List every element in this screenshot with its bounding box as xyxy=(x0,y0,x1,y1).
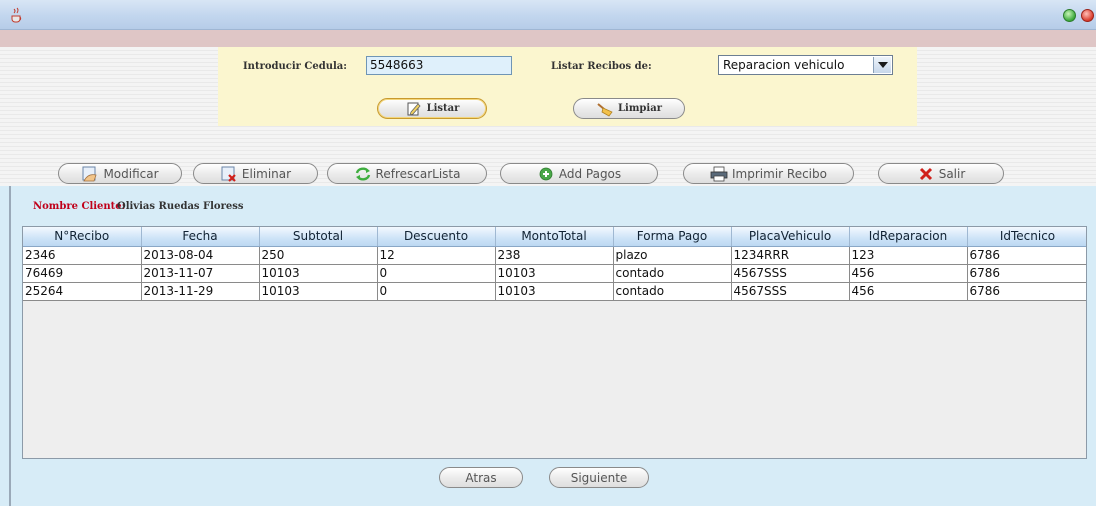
table-cell[interactable]: 76469 xyxy=(23,264,142,283)
close-button[interactable] xyxy=(1081,9,1094,22)
table-body: 2346 2013-08-04 250 12 238 plazo 1234RRR 123 678… xyxy=(23,246,1086,301)
column-header[interactable]: IdTecnico xyxy=(967,227,1086,247)
eliminar-button[interactable]: Eliminar xyxy=(193,163,318,184)
printer-icon xyxy=(710,166,728,181)
modificar-button[interactable]: Modificar xyxy=(58,163,182,184)
table-cell[interactable]: 456 xyxy=(849,282,968,301)
table-row[interactable]: 25264 2013-11-29 10103 0 10103 contado 4567SSS… xyxy=(23,282,1086,301)
tipo-recibo-value: Reparacion vehiculo xyxy=(723,58,845,72)
atras-label: Atras xyxy=(465,470,497,485)
table-cell[interactable]: contado xyxy=(613,282,732,301)
table-cell[interactable]: 4567SSS xyxy=(731,264,850,283)
table-cell[interactable]: 6786 xyxy=(967,246,1086,265)
menu-strip xyxy=(0,30,1096,47)
salir-label: Salir xyxy=(938,166,966,181)
table-cell[interactable]: 6786 xyxy=(967,282,1086,301)
column-header[interactable]: Forma Pago xyxy=(613,227,732,247)
table-cell[interactable]: 12 xyxy=(377,246,496,265)
column-header[interactable]: PlacaVehiculo xyxy=(731,227,850,247)
table-cell[interactable]: 10103 xyxy=(259,282,378,301)
table-cell[interactable]: 2013-11-07 xyxy=(141,264,260,283)
cliente-label: Nombre Cliente: xyxy=(33,201,126,212)
atras-button[interactable]: Atras xyxy=(439,467,523,488)
table-cell[interactable]: 1234RRR xyxy=(731,246,850,265)
table-cell[interactable]: 0 xyxy=(377,282,496,301)
column-header[interactable]: IdReparacion xyxy=(849,227,968,247)
salir-button[interactable]: Salir xyxy=(878,163,1004,184)
java-coffee-icon xyxy=(11,7,22,23)
delete-document-icon xyxy=(221,166,236,182)
edit-document-icon xyxy=(407,102,421,116)
close-icon xyxy=(919,167,932,180)
cedula-input[interactable]: 5548663 xyxy=(366,56,512,75)
siguiente-label: Siguiente xyxy=(570,470,628,485)
add-pagos-button[interactable]: Add Pagos xyxy=(500,163,658,184)
chevron-down-icon[interactable] xyxy=(873,57,891,73)
table-cell[interactable]: 123 xyxy=(849,246,968,265)
tipo-recibo-select[interactable]: Reparacion vehiculo xyxy=(718,55,893,75)
imprimir-recibo-button[interactable]: Imprimir Recibo xyxy=(683,163,854,184)
table-cell[interactable]: plazo xyxy=(613,246,732,265)
edit-hand-icon xyxy=(82,166,97,181)
column-header[interactable]: Subtotal xyxy=(259,227,378,247)
cedula-label: Introducir Cedula: xyxy=(243,61,347,72)
limpiar-label: Limpiar xyxy=(618,103,662,114)
column-header[interactable]: MontoTotal xyxy=(495,227,614,247)
search-panel: Introducir Cedula: 5548663 Listar Recibo… xyxy=(218,47,917,126)
broom-icon xyxy=(597,102,613,117)
table-cell[interactable]: 2013-08-04 xyxy=(141,246,260,265)
maximize-button[interactable] xyxy=(1063,9,1076,22)
table-cell[interactable]: 2013-11-29 xyxy=(141,282,260,301)
refrescar-label: RefrescarLista xyxy=(375,166,461,181)
table-header-row: N°Recibo Fecha Subtotal Descuento MontoTotal… xyxy=(23,227,1086,247)
listar-button[interactable]: Listar xyxy=(377,98,487,119)
eliminar-label: Eliminar xyxy=(241,166,292,181)
limpiar-button[interactable]: Limpiar xyxy=(573,98,685,119)
table-cell[interactable]: 10103 xyxy=(495,264,614,283)
table-cell[interactable]: 0 xyxy=(377,264,496,283)
window-titlebar xyxy=(0,0,1096,30)
add-circle-icon xyxy=(539,167,553,180)
listar-recibos-label: Listar Recibos de: xyxy=(551,61,652,72)
table-cell[interactable]: 4567SSS xyxy=(731,282,850,301)
table-cell[interactable]: 10103 xyxy=(495,282,614,301)
panel-left-edge xyxy=(9,186,11,506)
table-cell[interactable]: contado xyxy=(613,264,732,283)
modificar-label: Modificar xyxy=(103,166,159,181)
table-cell[interactable]: 6786 xyxy=(967,264,1086,283)
table-cell[interactable]: 10103 xyxy=(259,264,378,283)
refresh-icon xyxy=(355,167,370,180)
table-cell[interactable]: 250 xyxy=(259,246,378,265)
table-cell[interactable]: 456 xyxy=(849,264,968,283)
imprimir-label: Imprimir Recibo xyxy=(732,166,827,181)
column-header[interactable]: Descuento xyxy=(377,227,496,247)
cliente-name: Olivias Ruedas Floress xyxy=(117,201,244,212)
siguiente-button[interactable]: Siguiente xyxy=(549,467,649,488)
table-row[interactable]: 76469 2013-11-07 10103 0 10103 contado 4567SSS… xyxy=(23,264,1086,283)
column-header[interactable]: Fecha xyxy=(141,227,260,247)
table-cell[interactable]: 2346 xyxy=(23,246,142,265)
listar-label: Listar xyxy=(426,103,460,114)
recibos-table[interactable]: N°Recibo Fecha Subtotal Descuento MontoTotal… xyxy=(22,226,1087,459)
table-cell[interactable]: 238 xyxy=(495,246,614,265)
table-cell[interactable]: 25264 xyxy=(23,282,142,301)
add-pagos-label: Add Pagos xyxy=(558,166,622,181)
refrescar-lista-button[interactable]: RefrescarLista xyxy=(327,163,487,184)
column-header[interactable]: N°Recibo xyxy=(23,227,142,247)
table-row[interactable]: 2346 2013-08-04 250 12 238 plazo 1234RRR 123 678… xyxy=(23,246,1086,265)
